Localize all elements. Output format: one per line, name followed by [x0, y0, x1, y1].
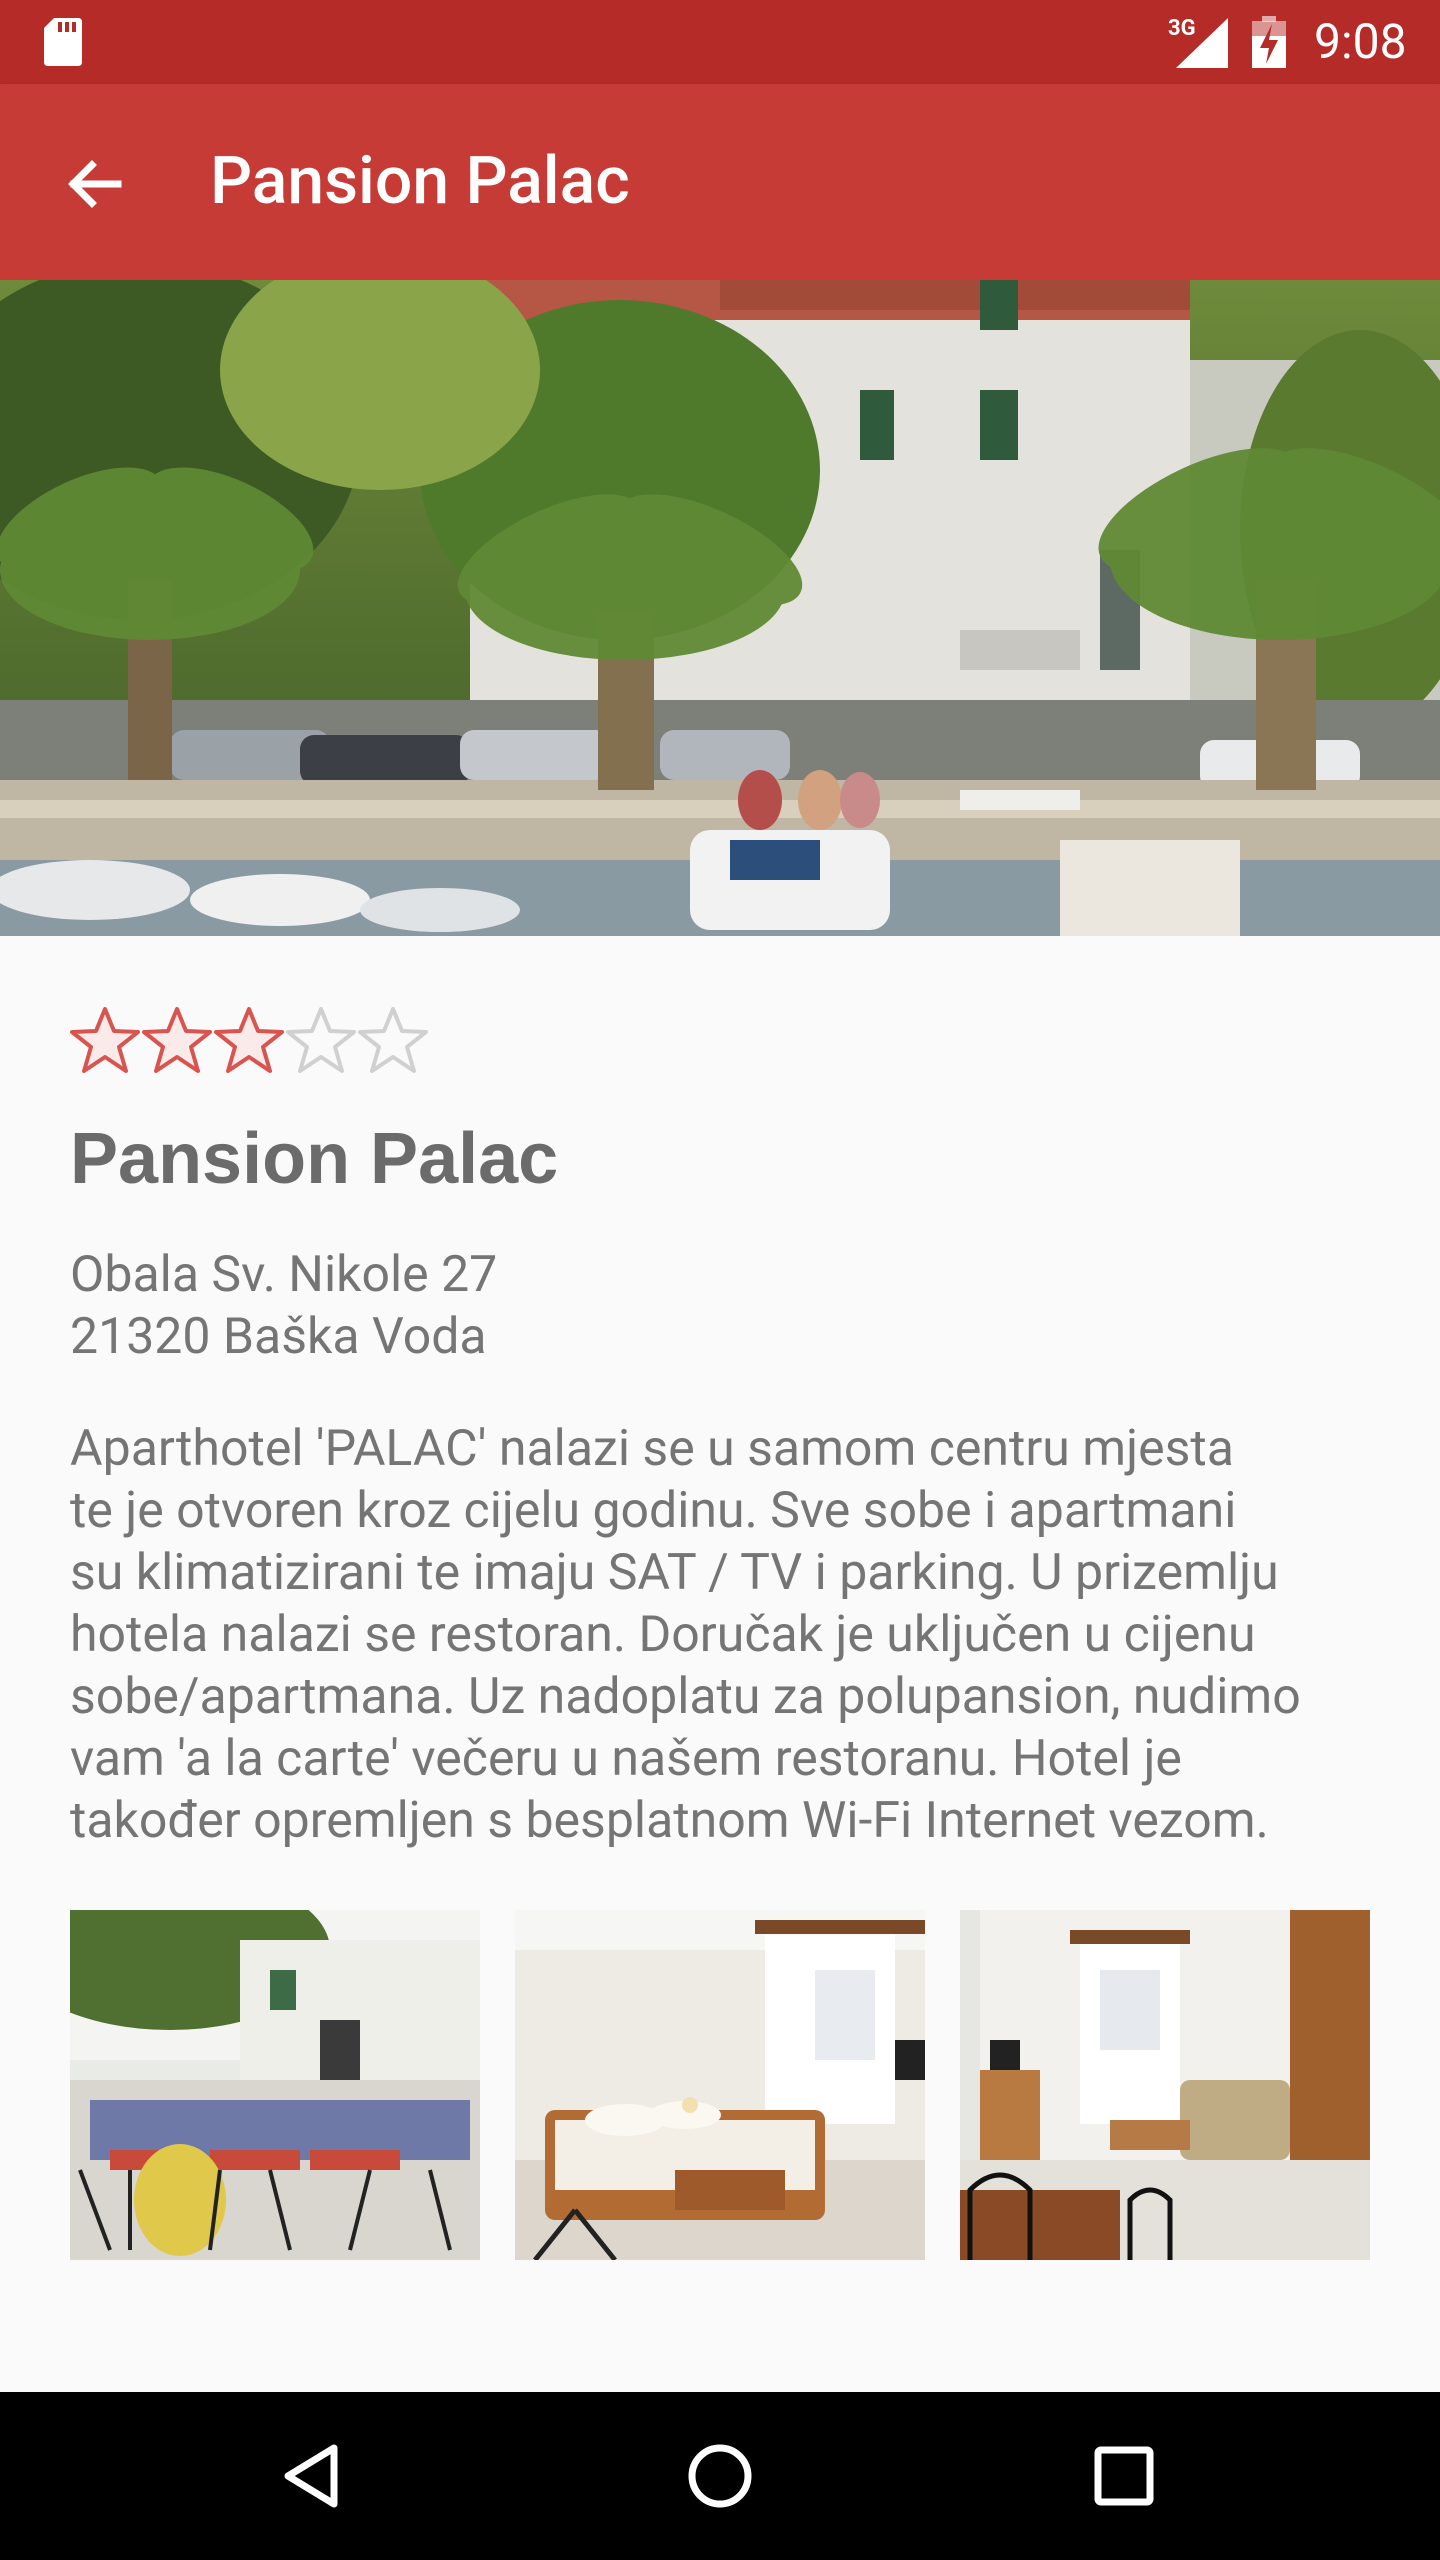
gallery-thumb-terrace[interactable]	[70, 1910, 480, 2260]
status-clock: 9:08	[1314, 13, 1407, 70]
description-line: su klimatizirani te imaju SAT / TV i par…	[70, 1544, 1279, 1602]
hotel-hero-image	[0, 280, 1440, 936]
address-line-2: 21320 Baška Voda	[70, 1308, 487, 1366]
star-rating	[70, 1006, 430, 1076]
gallery-thumb-living-room[interactable]	[960, 1910, 1370, 2260]
arrow-back-icon[interactable]	[60, 150, 128, 218]
address-line-1: Obala Sv. Nikole 27	[70, 1246, 498, 1304]
hotel-exterior-photo	[0, 280, 1440, 936]
bedroom-photo	[515, 1910, 925, 2260]
home-circle-icon[interactable]	[678, 2434, 762, 2518]
back-triangle-icon[interactable]	[272, 2434, 356, 2518]
terrace-photo	[70, 1910, 480, 2260]
system-nav-bar	[0, 2392, 1440, 2560]
status-bar: 3G 9:08	[0, 0, 1440, 84]
description-line: sobe/apartmana. Uz nadoplatu za polupans…	[70, 1668, 1301, 1726]
star-filled-icon	[70, 1007, 140, 1073]
battery-charging-icon	[1252, 16, 1286, 68]
hotel-name: Pansion Palac	[70, 1119, 559, 1199]
star-filled-icon	[214, 1007, 284, 1073]
app-bar-title: Pansion Palac	[210, 143, 630, 220]
apartment-living-room-photo	[960, 1910, 1370, 2260]
app-bar: Pansion Palac	[0, 84, 1440, 280]
gallery-thumb-bedroom[interactable]	[515, 1910, 925, 2260]
recents-square-icon[interactable]	[1082, 2434, 1166, 2518]
hotel-address: Obala Sv. Nikole 27 21320 Baška Voda	[70, 1244, 497, 1368]
description-line: te je otvoren kroz cijelu godinu. Sve so…	[70, 1482, 1237, 1540]
signal-icon	[1176, 18, 1228, 68]
star-empty-icon	[286, 1007, 356, 1073]
star-filled-icon	[142, 1007, 212, 1073]
description-line: hotela nalazi se restoran. Doručak je uk…	[70, 1606, 1256, 1664]
star-empty-icon	[358, 1007, 428, 1073]
description-line: također opremljen s besplatnom Wi-Fi Int…	[70, 1792, 1269, 1850]
description-line: Aparthotel 'PALAC' nalazi se u samom cen…	[70, 1420, 1234, 1478]
sd-card-icon	[44, 18, 82, 66]
hotel-description: Aparthotel 'PALAC' nalazi se u samom cen…	[70, 1418, 1380, 1852]
description-line: vam 'a la carte' večeru u našem restoran…	[70, 1730, 1182, 1788]
